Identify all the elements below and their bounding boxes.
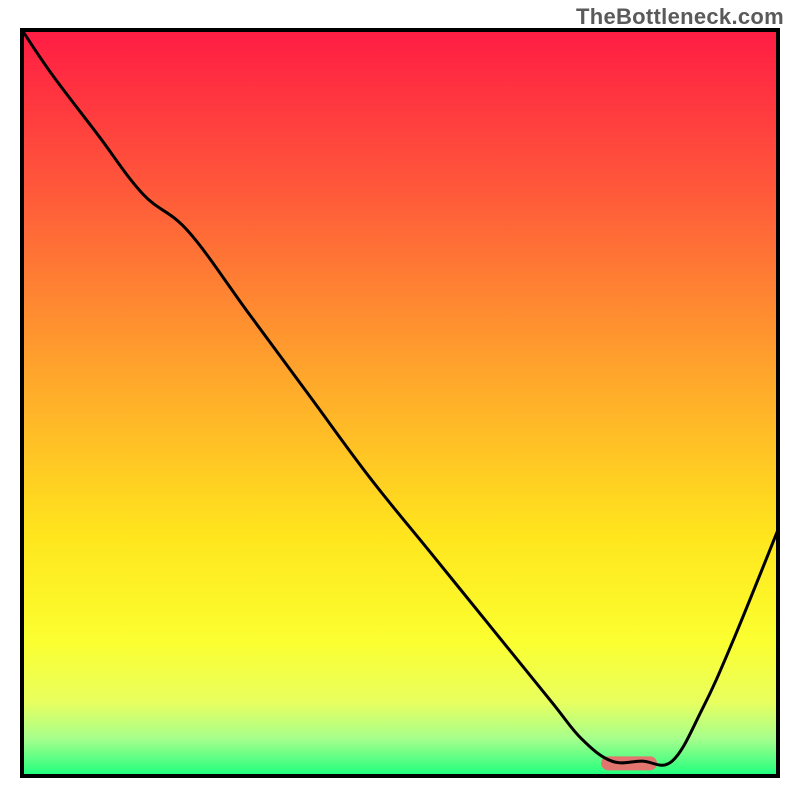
plot-area [22, 30, 778, 776]
chart-container: TheBottleneck.com [0, 0, 800, 800]
line-chart [0, 0, 800, 800]
plot-background [22, 30, 778, 776]
